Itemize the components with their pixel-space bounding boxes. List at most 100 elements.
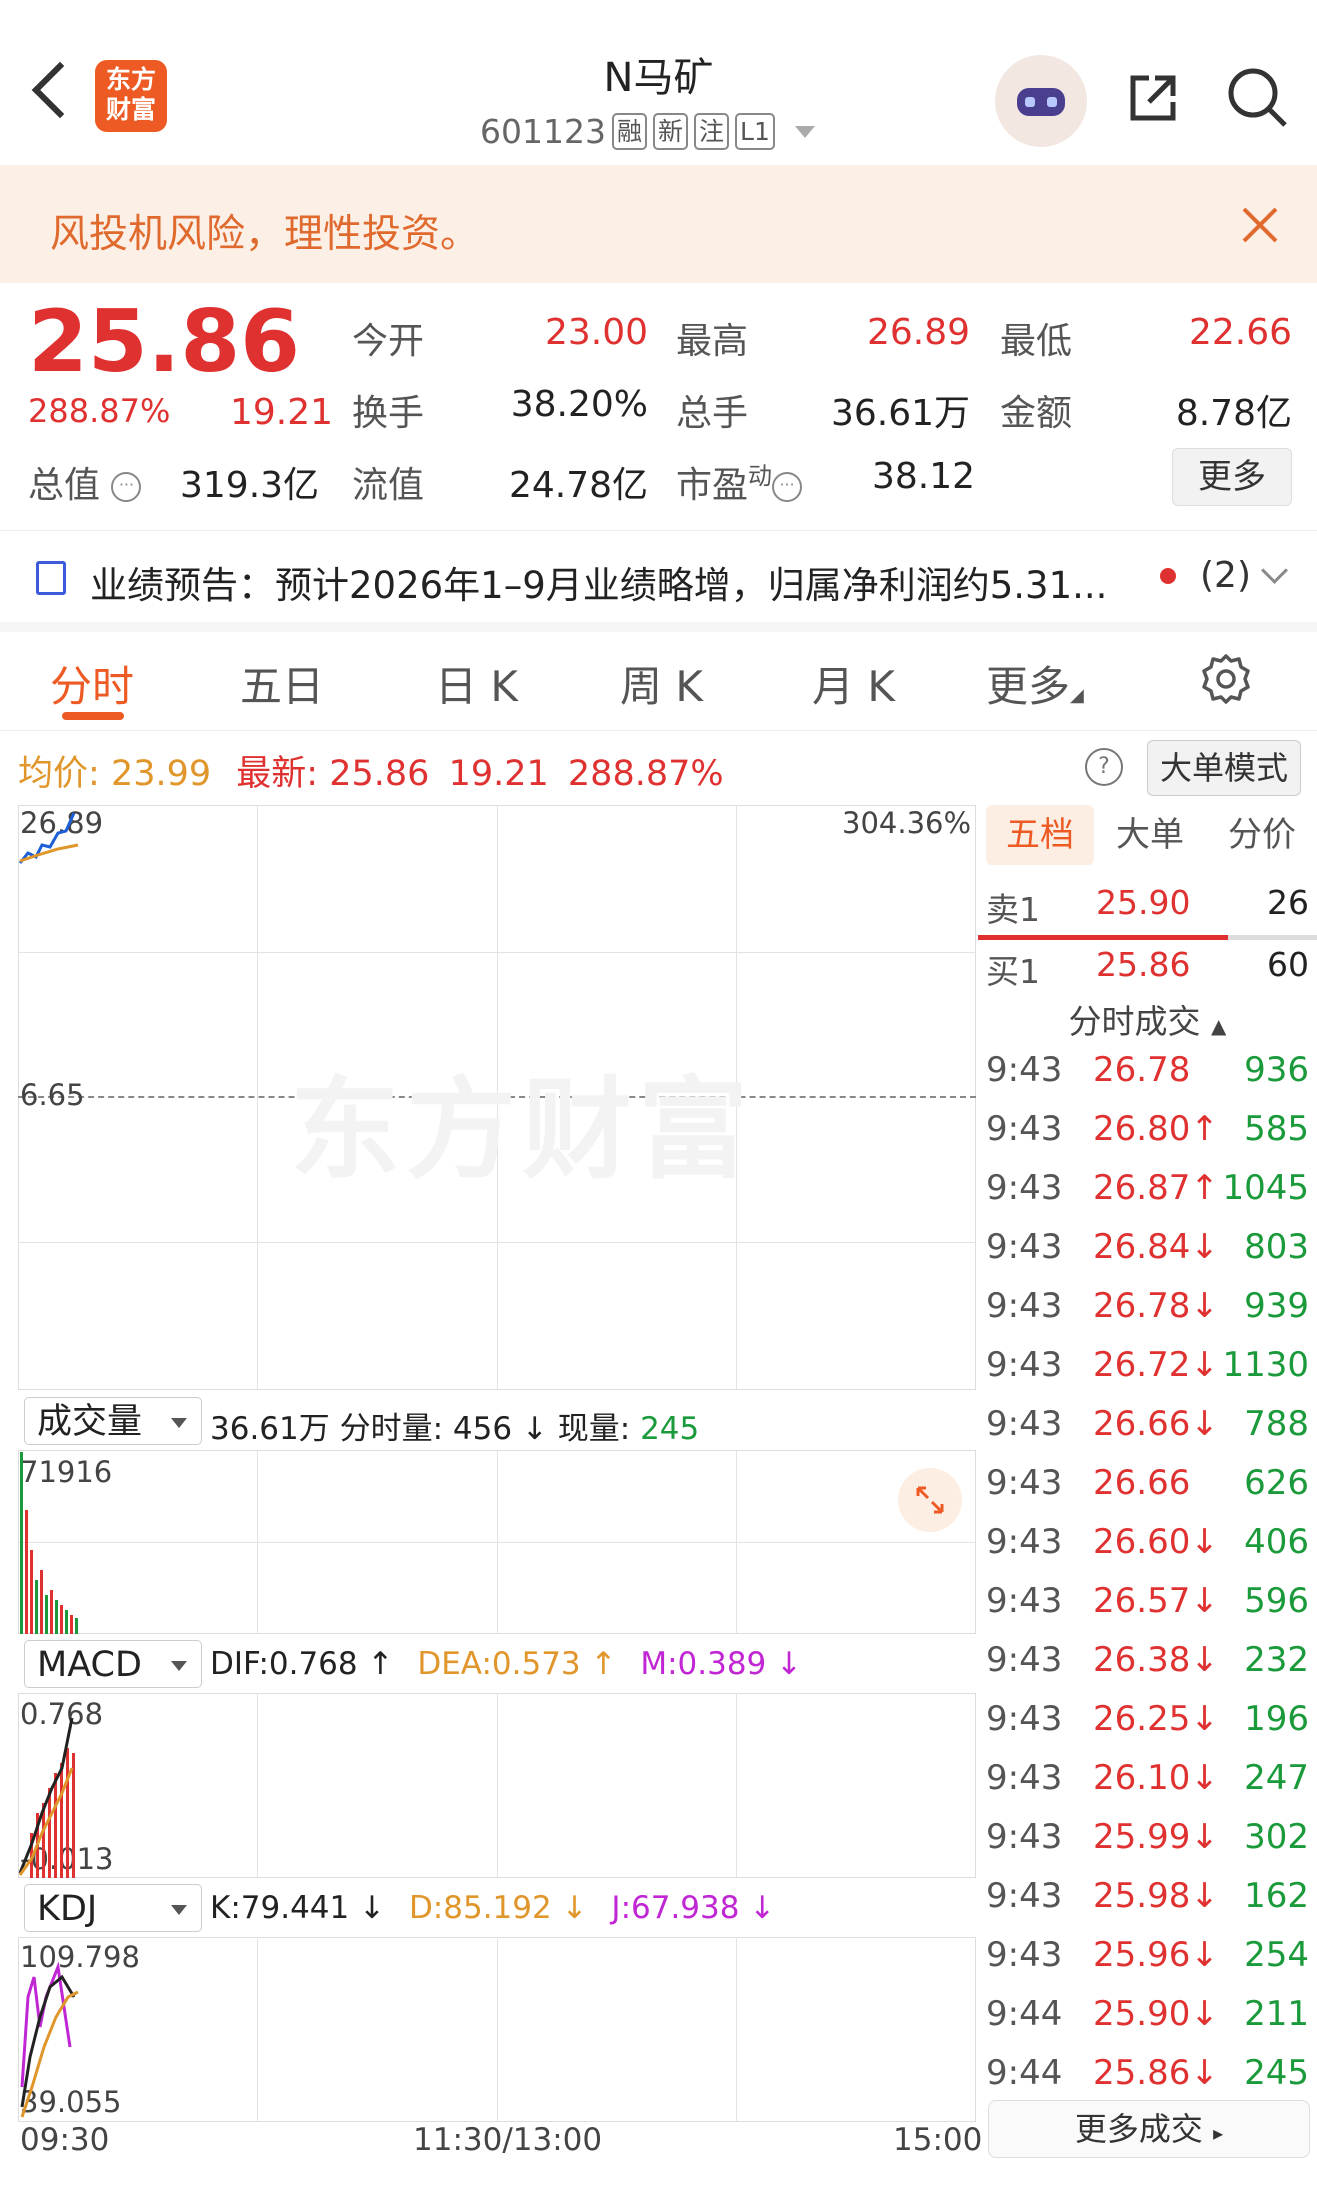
caret-down-icon bbox=[794, 125, 815, 138]
chevron-down-icon[interactable] bbox=[1261, 557, 1288, 584]
trade-price: 26.10↓ bbox=[1093, 1758, 1219, 1798]
amount-value: 8.78亿 bbox=[1175, 393, 1292, 434]
prev-close-label: 6.65 bbox=[20, 1078, 85, 1112]
tab-price-distribution[interactable]: 分价 bbox=[1228, 805, 1296, 865]
latest-label: 最新: bbox=[236, 754, 319, 794]
turnover-label: 换手 bbox=[352, 393, 425, 434]
macd-indicator-select[interactable]: MACD bbox=[24, 1640, 202, 1688]
grid-line bbox=[497, 1937, 498, 2122]
avg-label: 均价: bbox=[18, 754, 100, 794]
volume-label: 总手 bbox=[676, 393, 749, 434]
trades-header[interactable]: 分时成交 ▲ bbox=[978, 995, 1317, 1050]
trade-volume: 406 bbox=[1244, 1522, 1309, 1562]
earnings-notice[interactable]: 业绩预告：预计2026年1–9月业绩略增，归属净利润约5.31... (2) bbox=[0, 530, 1317, 623]
trade-row: 9:43 26.84↓ 803 bbox=[978, 1227, 1317, 1285]
trade-time: 9:43 bbox=[986, 1227, 1063, 1267]
tab-big-orders[interactable]: 大单 bbox=[1116, 805, 1184, 865]
tab-five-levels[interactable]: 五档 bbox=[986, 805, 1094, 865]
trade-volume: 788 bbox=[1244, 1404, 1309, 1444]
tab-intraday[interactable]: 分时 bbox=[50, 653, 134, 714]
trade-time: 9:43 bbox=[986, 1404, 1063, 1444]
macd-lines bbox=[18, 1717, 75, 1878]
more-quote-button[interactable]: 更多 bbox=[1172, 448, 1292, 506]
trade-time: 9:43 bbox=[986, 1286, 1063, 1326]
latest-value: 25.86 bbox=[329, 754, 430, 794]
ask-1-row: 卖1 25.90 26 bbox=[986, 883, 1309, 929]
trade-price: 26.78↓ bbox=[1093, 1286, 1219, 1326]
intraday-summary: 均价: 23.99 最新: 25.86 19.21 288.87% bbox=[18, 745, 724, 796]
tab-weekly-k[interactable]: 周 K bbox=[620, 653, 703, 714]
close-icon[interactable] bbox=[1240, 205, 1280, 245]
dropdown-icon bbox=[171, 1661, 187, 1671]
avg-value: 23.99 bbox=[110, 754, 212, 794]
help-icon[interactable]: ? bbox=[1085, 748, 1123, 786]
trade-time: 9:43 bbox=[986, 1581, 1063, 1621]
trade-volume: 196 bbox=[1244, 1699, 1309, 1739]
tab-more[interactable]: 更多◢ bbox=[986, 653, 1084, 714]
volume-info: 36.61万 分时量: 456 ↓ 现量: 245 bbox=[210, 1411, 700, 1447]
risk-warning-text: 风投机风险，理性投资。 bbox=[50, 212, 480, 257]
margin-tag: 融 bbox=[611, 113, 647, 150]
market-cap-value: 319.3亿 bbox=[180, 465, 320, 506]
market-cap-label: 总值 ··· bbox=[28, 456, 142, 508]
volume-indicator-select[interactable]: 成交量 bbox=[24, 1397, 202, 1445]
trade-volume: 803 bbox=[1244, 1227, 1309, 1267]
trade-price: 25.98↓ bbox=[1093, 1876, 1219, 1916]
grid-line bbox=[257, 1937, 258, 2122]
expand-icon[interactable] bbox=[898, 1468, 962, 1532]
more-trades-button[interactable]: 更多成交 ▸ bbox=[988, 2100, 1310, 2158]
percent-max-label: 304.36% bbox=[842, 806, 972, 840]
share-icon[interactable] bbox=[1125, 70, 1181, 126]
trade-row: 9:43 25.99↓ 302 bbox=[978, 1817, 1317, 1875]
trade-price: 26.78 bbox=[1093, 1050, 1191, 1090]
trade-volume: 585 bbox=[1244, 1109, 1309, 1149]
low-label: 最低 bbox=[1000, 321, 1073, 362]
tab-daily-k[interactable]: 日 K bbox=[435, 653, 518, 714]
trade-volume: 1130 bbox=[1222, 1345, 1309, 1385]
amount-label: 金额 bbox=[1000, 393, 1073, 434]
info-icon[interactable]: ··· bbox=[772, 472, 803, 502]
volume-value: 36.61万 bbox=[830, 393, 970, 434]
chart-tabs: 分时 五日 日 K 周 K 月 K 更多◢ bbox=[0, 635, 1317, 731]
tab-five-day[interactable]: 五日 bbox=[240, 653, 324, 714]
grid-line bbox=[18, 1242, 976, 1243]
dropdown-icon bbox=[171, 1905, 187, 1915]
stock-code-row[interactable]: 601123 融 新 注 L1 bbox=[480, 112, 815, 151]
ai-assistant-icon[interactable] bbox=[995, 55, 1087, 147]
price-line-chart bbox=[18, 812, 79, 864]
trade-time: 9:43 bbox=[986, 1463, 1063, 1503]
change-amount: 19.21 bbox=[230, 392, 334, 433]
search-icon[interactable] bbox=[1225, 65, 1289, 129]
trade-price: 26.80↑ bbox=[1093, 1109, 1219, 1149]
big-order-mode-button[interactable]: 大单模式 bbox=[1147, 740, 1301, 796]
trade-row: 9:43 26.87↑ 1045 bbox=[978, 1168, 1317, 1226]
high-label: 最高 bbox=[676, 321, 749, 362]
trade-time: 9:44 bbox=[986, 1994, 1063, 2034]
trade-volume: 245 bbox=[1244, 2053, 1309, 2093]
gear-icon[interactable] bbox=[1198, 651, 1254, 707]
trade-price: 26.72↓ bbox=[1093, 1345, 1219, 1385]
trade-time: 9:43 bbox=[986, 1876, 1063, 1916]
trade-row: 9:43 26.38↓ 232 bbox=[978, 1640, 1317, 1698]
grid-line bbox=[18, 952, 976, 953]
info-icon[interactable]: ··· bbox=[111, 472, 142, 502]
tab-monthly-k[interactable]: 月 K bbox=[812, 653, 895, 714]
notice-count: (2) bbox=[1200, 555, 1251, 596]
trade-price: 25.90↓ bbox=[1093, 1994, 1219, 2034]
active-tab-indicator bbox=[62, 712, 124, 720]
registration-tag: 注 bbox=[694, 113, 730, 150]
open-value: 23.00 bbox=[544, 312, 648, 353]
trade-time: 9:43 bbox=[986, 1699, 1063, 1739]
trade-price: 26.57↓ bbox=[1093, 1581, 1219, 1621]
trade-row: 9:43 25.96↓ 254 bbox=[978, 1935, 1317, 1993]
current-price: 25.86 bbox=[28, 292, 301, 392]
grid-line bbox=[257, 1693, 258, 1878]
trade-volume: 162 bbox=[1244, 1876, 1309, 1916]
kdj-indicator-select[interactable]: KDJ bbox=[24, 1884, 202, 1932]
latest-change: 19.21 bbox=[448, 754, 549, 794]
trade-price: 26.25↓ bbox=[1093, 1699, 1219, 1739]
grid-line bbox=[497, 1693, 498, 1878]
trade-time: 9:43 bbox=[986, 1168, 1063, 1208]
trade-volume: 936 bbox=[1244, 1050, 1309, 1090]
watermark: 东方财富 bbox=[290, 1066, 754, 1194]
